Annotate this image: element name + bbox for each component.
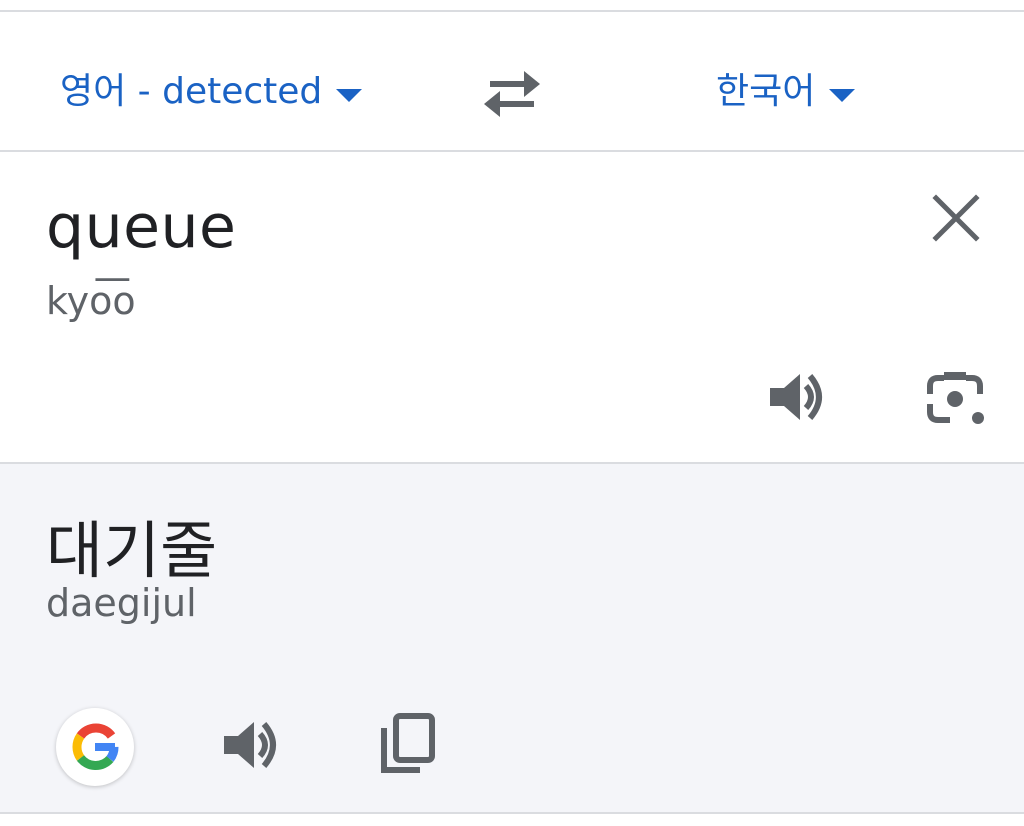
speaker-icon (770, 374, 822, 420)
copy-translation-button[interactable] (376, 710, 442, 776)
language-bar: 영어 - detected 한국어 (0, 12, 1024, 150)
source-language-label: 영어 - detected (60, 71, 323, 112)
copy-icon (381, 713, 435, 773)
chevron-down-icon (829, 88, 856, 102)
source-listen-button[interactable] (762, 364, 828, 430)
translation-panel: 대기줄 daegijul (0, 464, 1024, 812)
translation-text: 대기줄 (46, 514, 218, 587)
swap-arrows-icon (484, 71, 540, 117)
translation-transliteration: daegijul (46, 581, 197, 625)
speaker-icon (224, 722, 276, 768)
camera-lens-icon (927, 372, 984, 424)
clear-button[interactable] (928, 190, 984, 246)
camera-input-button[interactable] (920, 364, 990, 430)
target-language-selector[interactable]: 한국어 (716, 62, 856, 122)
source-text[interactable]: queue (46, 192, 236, 262)
bottom-divider (0, 812, 1024, 814)
google-logo-icon (72, 723, 119, 771)
source-transliteration: kyo͞o (46, 279, 136, 323)
chevron-down-icon (336, 88, 363, 102)
swap-languages-button[interactable] (480, 67, 544, 121)
target-language-label: 한국어 (716, 71, 816, 112)
close-icon (932, 194, 980, 242)
google-button[interactable] (56, 708, 134, 786)
source-language-selector[interactable]: 영어 - detected (60, 62, 363, 122)
translation-listen-button[interactable] (216, 712, 282, 778)
source-panel: queue kyo͞o (0, 152, 1024, 462)
